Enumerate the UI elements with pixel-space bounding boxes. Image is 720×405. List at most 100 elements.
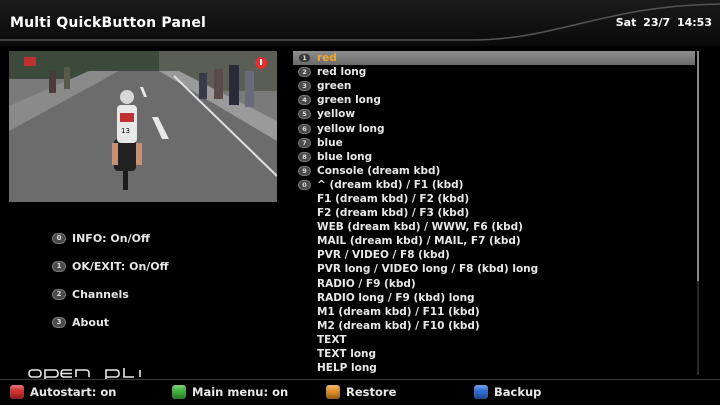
number-key-icon	[298, 335, 311, 345]
header-bar: Multi QuickButton Panel Sat 23/7 14:53	[0, 0, 720, 46]
number-key-icon: 2	[298, 67, 311, 78]
menu-item-info[interactable]: 0 INFO: On/Off	[52, 228, 150, 248]
number-key-icon: 2	[52, 288, 66, 300]
list-item-label: F2 (dream kbd) / F3 (kbd)	[317, 207, 470, 220]
number-key-icon	[298, 194, 311, 204]
list-item[interactable]: M2 (dream kbd) / F10 (kbd)	[293, 319, 695, 333]
number-key-icon: 0	[298, 179, 311, 190]
list-item-label: WEB (dream kbd) / WWW, F6 (kbd)	[317, 221, 523, 234]
green-main-menu-button[interactable]: Main menu: on	[172, 384, 288, 400]
list-item[interactable]: MAIL (dream kbd) / MAIL, F7 (kbd)	[293, 234, 695, 248]
list-item-label: yellow	[317, 108, 356, 121]
menu-item-label: About	[72, 315, 110, 329]
list-item-selected[interactable]: 1 red	[293, 51, 695, 66]
green-key-icon	[172, 385, 186, 399]
number-key-icon	[298, 363, 311, 373]
menu-item-about[interactable]: 3 About	[52, 312, 109, 332]
blue-key-icon	[474, 385, 488, 399]
number-key-icon: 6	[298, 123, 311, 134]
list-item-label: PVR / VIDEO / F8 (kbd)	[317, 249, 450, 262]
list-item[interactable]: RADIO long / F9 (kbd) long	[293, 291, 695, 305]
list-item-label: TEXT long	[317, 348, 377, 361]
number-key-icon	[298, 264, 311, 274]
list-item-label: M2 (dream kbd) / F10 (kbd)	[317, 319, 480, 332]
number-key-icon	[298, 279, 311, 289]
openpli-logo	[28, 368, 141, 379]
list-item[interactable]: M1 (dream kbd) / F11 (kbd)	[293, 305, 695, 319]
list-item[interactable]: 9 Console (dream kbd)	[293, 164, 695, 178]
number-key-icon	[298, 293, 311, 303]
footer-button-label: Backup	[494, 385, 542, 399]
list-item-label: ^ (dream kbd) / F1 (kbd)	[317, 178, 464, 191]
number-key-icon: 0	[52, 232, 66, 244]
tv-preview-image: 13	[9, 51, 277, 202]
number-key-icon: 4	[298, 95, 311, 106]
number-key-icon: 1	[298, 53, 311, 64]
number-key-icon	[298, 250, 311, 260]
list-item[interactable]: 3 green	[293, 79, 695, 93]
list-item-label: green	[317, 80, 352, 93]
list-item-label: TEXT	[317, 333, 347, 346]
menu-item-ok-exit[interactable]: 1 OK/EXIT: On/Off	[52, 256, 169, 276]
number-key-icon: 5	[298, 109, 311, 120]
list-item-label: PVR long / VIDEO long / F8 (kbd) long	[317, 263, 539, 276]
number-key-icon: 1	[52, 260, 66, 272]
number-key-icon: 9	[298, 165, 311, 176]
number-key-icon	[298, 307, 311, 317]
quickbutton-list[interactable]: 1 red 2 red long 3 green 4 green long 5 yellow 6 ye…	[293, 51, 695, 375]
list-item[interactable]: 5 yellow	[293, 107, 695, 121]
list-item-label: Console (dream kbd)	[317, 164, 441, 177]
page-title: Multi QuickButton Panel	[10, 15, 207, 31]
number-key-icon: 7	[298, 137, 311, 148]
footer-button-label: Restore	[346, 385, 397, 399]
list-item-label: MAIL (dream kbd) / MAIL, F7 (kbd)	[317, 235, 521, 248]
list-item[interactable]: RADIO / F9 (kbd)	[293, 277, 695, 291]
number-key-icon	[298, 222, 311, 232]
menu-item-label: INFO: On/Off	[72, 231, 150, 245]
list-item[interactable]: 8 blue long	[293, 150, 695, 164]
channel-logo-icon	[24, 57, 36, 66]
list-item[interactable]: TEXT	[293, 333, 695, 347]
list-item[interactable]: WEB (dream kbd) / WWW, F6 (kbd)	[293, 220, 695, 234]
scrollbar-thumb[interactable]	[697, 51, 699, 281]
list-item[interactable]: PVR / VIDEO / F8 (kbd)	[293, 248, 695, 262]
list-item[interactable]: F2 (dream kbd) / F3 (kbd)	[293, 206, 695, 220]
list-item-label: F1 (dream kbd) / F2 (kbd)	[317, 192, 470, 205]
tv-preview: 13	[9, 51, 277, 202]
menu-item-channels[interactable]: 2 Channels	[52, 284, 129, 304]
list-item-label: M1 (dream kbd) / F11 (kbd)	[317, 305, 480, 318]
number-key-icon	[298, 208, 311, 218]
list-item-label: yellow long	[317, 122, 385, 135]
list-item[interactable]: 2 red long	[293, 65, 695, 79]
rider-number: 13	[121, 127, 130, 135]
list-item-label: RADIO / F9 (kbd)	[317, 277, 416, 290]
blue-backup-button[interactable]: Backup	[474, 384, 541, 400]
number-key-icon	[298, 349, 311, 359]
number-key-icon: 3	[298, 81, 311, 92]
menu-item-label: Channels	[72, 287, 129, 301]
list-item[interactable]: TEXT long	[293, 347, 695, 361]
red-key-icon	[10, 385, 24, 399]
list-item[interactable]: F1 (dream kbd) / F2 (kbd)	[293, 192, 695, 206]
footer-bar: Autostart: on Main menu: on Restore Back…	[0, 380, 720, 405]
clock: Sat 23/7 14:53	[615, 16, 712, 29]
list-item-label: blue long	[317, 150, 373, 163]
list-item-label: RADIO long / F9 (kbd) long	[317, 291, 475, 304]
number-key-icon: 3	[52, 316, 66, 328]
list-item-label: green long	[317, 94, 381, 107]
menu-item-label: OK/EXIT: On/Off	[72, 259, 169, 273]
list-item[interactable]: 6 yellow long	[293, 121, 695, 135]
red-autostart-button[interactable]: Autostart: on	[10, 384, 116, 400]
yellow-restore-button[interactable]: Restore	[326, 384, 396, 400]
footer-button-label: Main menu: on	[192, 385, 289, 399]
list-item[interactable]: 4 green long	[293, 93, 695, 107]
list-item[interactable]: PVR long / VIDEO long / F8 (kbd) long	[293, 262, 695, 276]
list-item[interactable]: HELP long	[293, 361, 695, 375]
list-item-label: blue	[317, 136, 343, 149]
list-item[interactable]: 7 blue	[293, 136, 695, 150]
list-item[interactable]: 0 ^ (dream kbd) / F1 (kbd)	[293, 178, 695, 192]
yellow-key-icon	[326, 385, 340, 399]
list-item-label: red long	[317, 66, 367, 79]
number-key-icon	[298, 321, 311, 331]
list-scrollbar[interactable]	[697, 51, 699, 375]
